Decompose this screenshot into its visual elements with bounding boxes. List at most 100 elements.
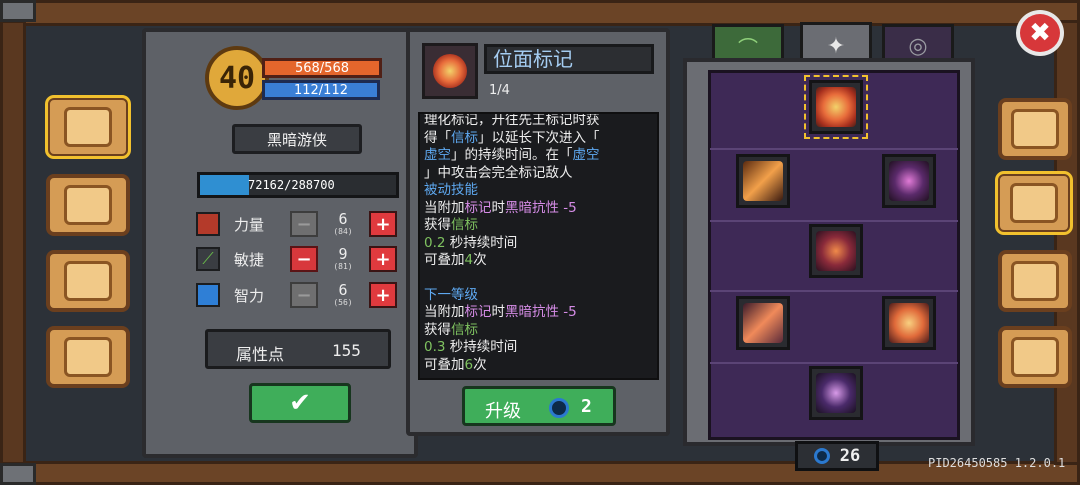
tree-divider <box>710 290 958 292</box>
next-level-title: 下一等级 <box>424 286 478 303</box>
wood-frame-right <box>1054 20 1080 465</box>
hp-bar: 568/568 <box>262 58 382 78</box>
upgrade-button[interactable]: 升级 2 <box>462 386 616 426</box>
stat-row-strength: 力量 − 6 (84) + <box>196 210 401 240</box>
desc-line: 当附加标记时黑暗抗性 -5 <box>424 304 577 320</box>
desc-line: 虚空」的持续时间。在「虚空 <box>424 147 600 163</box>
passive-title: 被动技能 <box>424 182 478 198</box>
intelligence-minus-button[interactable]: − <box>290 282 318 308</box>
stat-bonus: (56) <box>333 298 353 307</box>
class-name: 黑暗游侠 <box>232 124 362 154</box>
close-icon: ✖ <box>1029 18 1051 48</box>
tab-vehicle[interactable] <box>46 326 130 388</box>
steering-wheel-icon <box>64 337 112 377</box>
dash-icon <box>816 373 856 413</box>
tab-pets[interactable] <box>46 250 130 312</box>
skill-node-vortex[interactable] <box>809 224 863 278</box>
desc-line: 0.3 秒持续时间 <box>424 339 518 355</box>
star-icon <box>889 303 929 343</box>
confirm-button[interactable]: ✔ <box>249 383 351 423</box>
compass-icon <box>1011 261 1059 301</box>
skill-node-whip[interactable] <box>882 154 936 208</box>
tab-skills[interactable] <box>995 171 1073 235</box>
close-button[interactable]: ✖ <box>1016 10 1064 56</box>
helmet-icon <box>1011 109 1059 149</box>
upgrade-label: 升级 <box>485 401 521 422</box>
desc-line: 理化标记，开往先王标记时获 <box>424 112 600 128</box>
plane-mark-icon <box>433 54 467 88</box>
plane-mark-icon <box>816 87 856 127</box>
stat-bonus: (84) <box>333 227 353 236</box>
stat-value: 6 <box>338 281 348 299</box>
tree-divider <box>710 220 958 222</box>
tab-skill-book[interactable] <box>45 95 131 159</box>
level-badge: 40 <box>205 46 269 110</box>
agility-minus-button[interactable]: − <box>290 246 318 272</box>
book-icon <box>196 283 220 307</box>
frame-corner <box>0 463 36 485</box>
wood-frame-bottom <box>0 461 1080 485</box>
skill-description[interactable]: 理化标记，开往先王标记时获 得「信标」以延长下次进入「 虚空」的持续时间。在「虚… <box>418 112 659 380</box>
intelligence-plus-button[interactable]: + <box>369 282 397 308</box>
desc-line: 可叠加6次 <box>424 356 487 373</box>
currency-amount: 26 <box>839 446 861 466</box>
skill-node-arrows[interactable] <box>736 296 790 350</box>
upgrade-cost: 2 <box>581 396 592 417</box>
desc-line: 获得信标 <box>424 321 478 338</box>
check-icon: ✔ <box>289 388 311 418</box>
spiral-icon: ◎ <box>908 34 928 59</box>
mp-bar: 112/112 <box>262 80 380 100</box>
tab-settings[interactable] <box>998 326 1072 388</box>
stat-bonus: (81) <box>333 262 353 271</box>
stat-row-intelligence: 智力 − 6 (56) + <box>196 281 401 311</box>
bow-icon: ⌒ <box>738 36 758 60</box>
slash-icon <box>743 161 783 201</box>
map-icon <box>64 185 112 225</box>
book-icon <box>64 107 112 147</box>
attribute-points-label: 属性点 <box>236 345 285 364</box>
stat-value: 9 <box>338 245 348 263</box>
stat-label: 力量 <box>234 216 265 234</box>
skill-icon <box>422 43 478 99</box>
attribute-points-value: 155 <box>332 341 361 360</box>
frame-corner <box>0 0 36 22</box>
stat-label: 敏捷 <box>234 251 265 269</box>
feather-icon: ⟋ <box>196 247 220 271</box>
skill-node-dash[interactable] <box>809 366 863 420</box>
stat-label: 智力 <box>234 287 265 305</box>
dagger-icon: ✦ <box>826 34 846 59</box>
gear-icon <box>1011 337 1059 377</box>
skill-level: 1/4 <box>489 83 510 98</box>
attribute-points-box: 属性点 155 <box>205 329 391 369</box>
tree-divider <box>710 362 958 364</box>
desc-line: 获得信标 <box>424 217 478 233</box>
skill-node-star[interactable] <box>882 296 936 350</box>
stat-row-agility: ⟋ 敏捷 − 9 (81) + <box>196 245 401 275</box>
tab-helmet[interactable] <box>998 98 1072 160</box>
agility-plus-button[interactable]: + <box>369 246 397 272</box>
paw-icon <box>64 261 112 301</box>
xp-bar: 72162/288700 <box>197 172 399 198</box>
spiral-coin-icon <box>549 398 569 418</box>
desc-line: 得「信标」以延长下次进入「 <box>424 129 600 146</box>
strength-minus-button[interactable]: − <box>290 211 318 237</box>
xp-fill <box>200 175 249 195</box>
xp-text: 72162/288700 <box>248 178 335 192</box>
tab-map[interactable] <box>46 174 130 236</box>
desc-line: 当附加标记时黑暗抗性 -5 <box>424 199 577 216</box>
desc-line: 0.2 秒持续时间 <box>424 234 518 251</box>
currency-display: 26 <box>795 441 879 471</box>
strength-plus-button[interactable]: + <box>369 211 397 237</box>
version-label: PID26450585 1.2.0.1 <box>928 456 1066 470</box>
tree-divider <box>710 148 958 150</box>
wood-frame-top <box>0 0 1080 26</box>
swords-icon <box>1010 183 1058 223</box>
stat-value: 6 <box>338 210 348 228</box>
arrows-icon <box>743 303 783 343</box>
desc-line: 」中攻击会完全标记敌人 <box>424 164 573 181</box>
tab-compass[interactable] <box>998 250 1072 312</box>
fist-icon <box>196 212 220 236</box>
skill-node-slash[interactable] <box>736 154 790 208</box>
skill-node-plane-mark[interactable] <box>804 75 868 139</box>
whip-icon <box>889 161 929 201</box>
